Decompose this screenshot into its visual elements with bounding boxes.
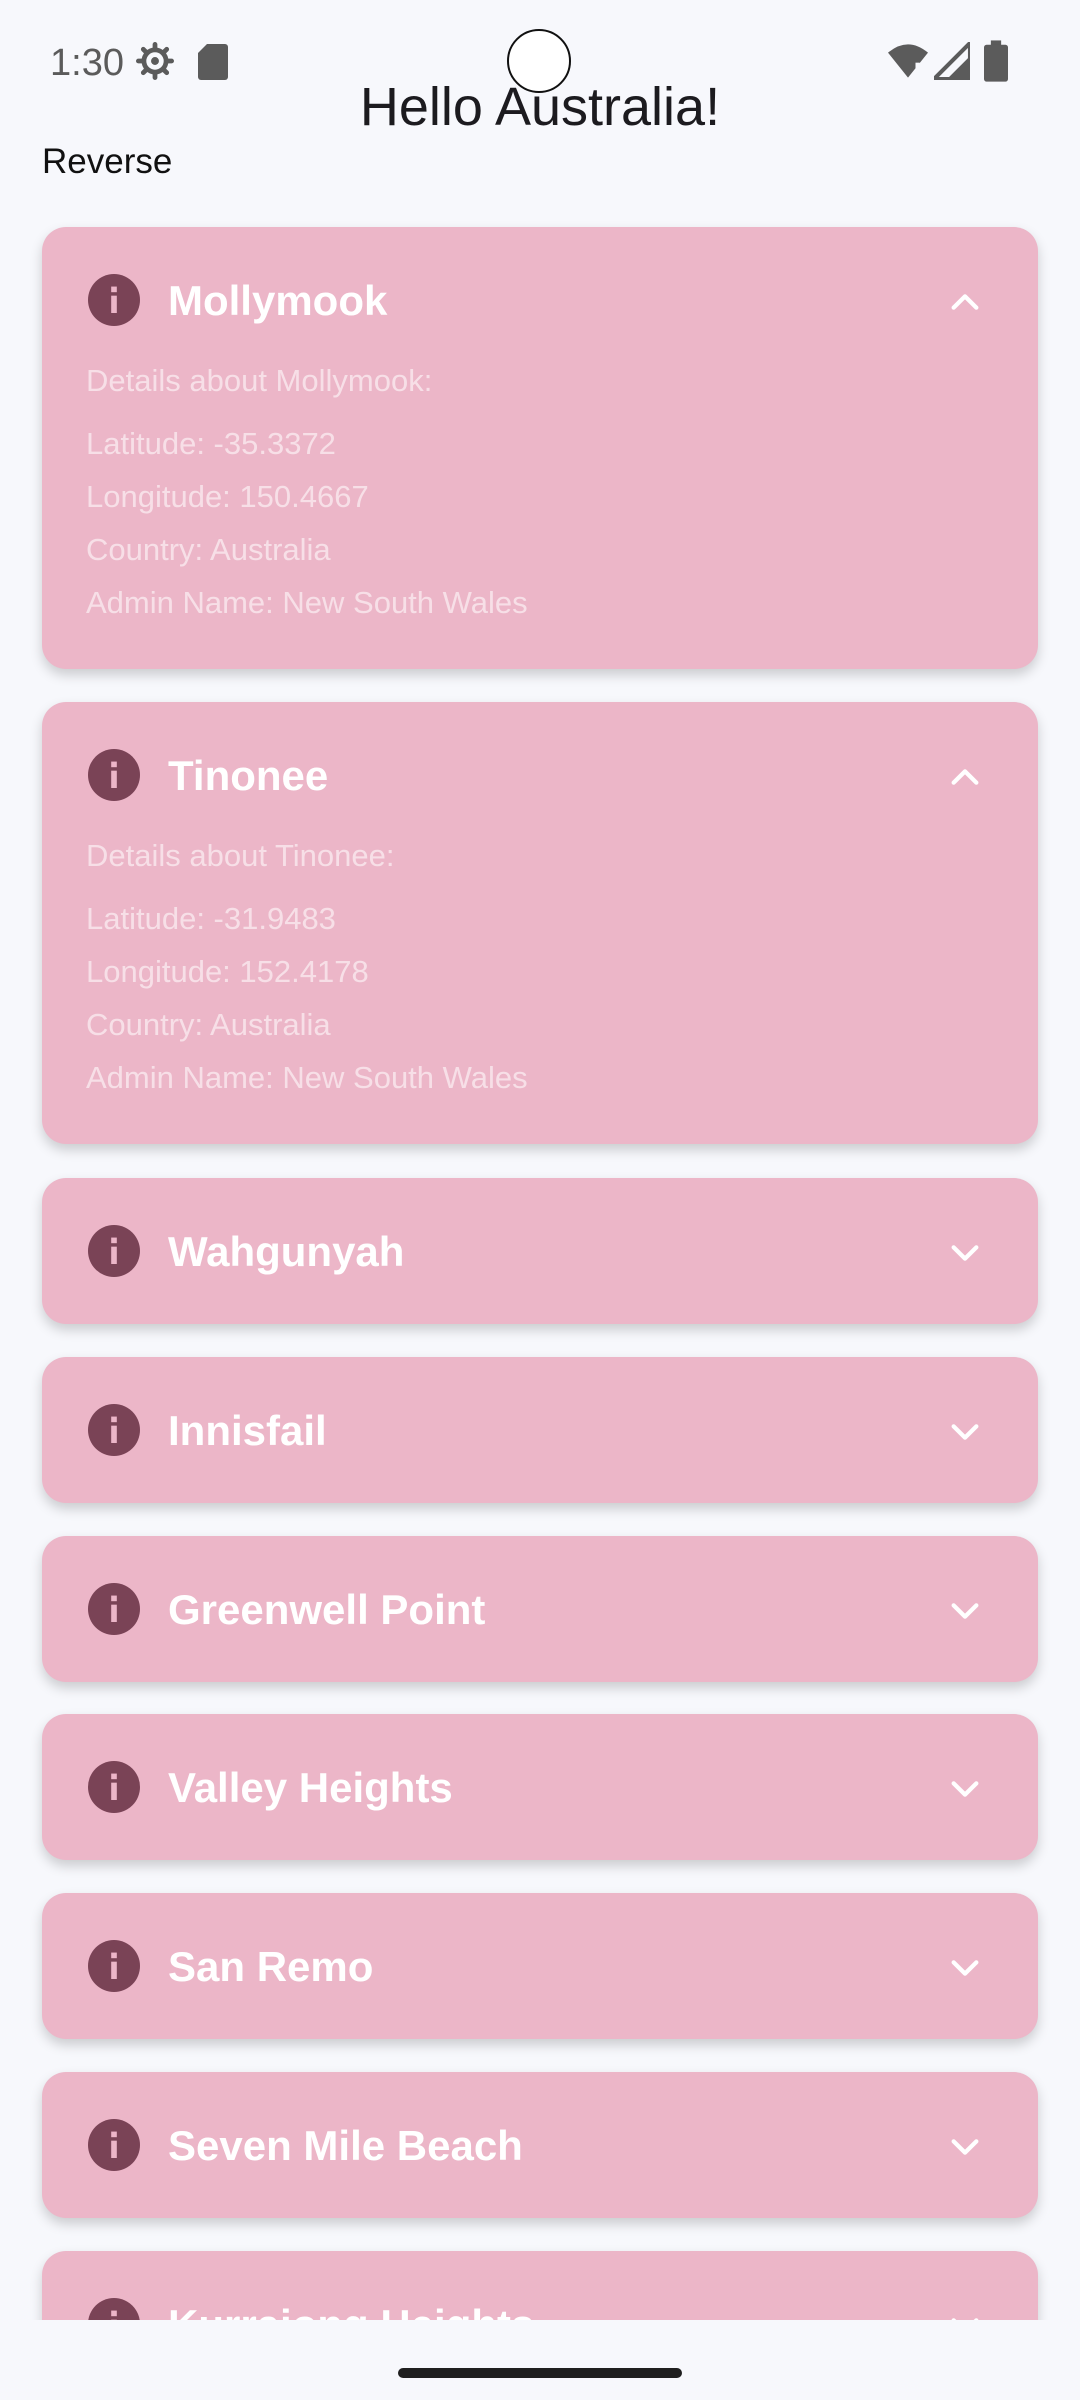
navigation-bar: [0, 2320, 1080, 2400]
city-card-header[interactable]: Valley Heights: [42, 1714, 1038, 1860]
chevron-down-icon[interactable]: [948, 2130, 982, 2164]
city-name: Tinonee: [168, 752, 329, 799]
city-card-header[interactable]: Seven Mile Beach: [42, 2072, 1038, 2218]
cellular-icon: [934, 42, 970, 80]
city-name: Innisfail: [168, 1407, 327, 1454]
city-card-mollymook[interactable]: Mollymook Details about Mollymook: Latit…: [42, 227, 1038, 669]
country-text: Country: Australia: [86, 1007, 331, 1042]
city-name: Seven Mile Beach: [168, 2122, 523, 2169]
city-card-kurrajong-heights[interactable]: Kurrajong Heights: [42, 2251, 1038, 2320]
city-card-header[interactable]: Wahgunyah: [42, 1178, 1038, 1324]
camera-cutout: [507, 29, 571, 93]
battery-icon: [984, 40, 1008, 82]
city-card-valley-heights[interactable]: Valley Heights: [42, 1714, 1038, 1860]
info-icon: [88, 2298, 140, 2320]
screen: Mollymook Details about Mollymook: Latit…: [0, 0, 1080, 2400]
info-icon: [88, 1404, 140, 1456]
city-name: Wahgunyah: [168, 1228, 405, 1275]
city-card-san-remo[interactable]: San Remo: [42, 1893, 1038, 2039]
city-card-tinonee[interactable]: Tinonee Details about Tinonee: Latitude:…: [42, 702, 1038, 1144]
chevron-down-icon[interactable]: [948, 2309, 982, 2320]
info-icon: [88, 274, 140, 326]
city-card-greenwell-point[interactable]: Greenwell Point: [42, 1536, 1038, 1682]
admin-name-text: Admin Name: New South Wales: [86, 1060, 528, 1095]
chevron-up-icon[interactable]: [948, 285, 982, 319]
chevron-down-icon[interactable]: [948, 1594, 982, 1628]
city-card-header[interactable]: Greenwell Point: [42, 1536, 1038, 1682]
city-card-wahgunyah[interactable]: Wahgunyah: [42, 1178, 1038, 1324]
city-card-header[interactable]: San Remo: [42, 1893, 1038, 2039]
city-card-seven-mile-beach[interactable]: Seven Mile Beach: [42, 2072, 1038, 2218]
details-heading: Details about Mollymook:: [86, 363, 433, 398]
longitude-text: Longitude: 152.4178: [86, 954, 369, 989]
city-name: San Remo: [168, 1943, 374, 1990]
city-name: Greenwell Point: [168, 1586, 486, 1633]
reverse-button[interactable]: Reverse: [42, 142, 172, 182]
city-name: Valley Heights: [168, 1764, 453, 1811]
info-icon: [88, 1940, 140, 1992]
admin-name-text: Admin Name: New South Wales: [86, 585, 528, 620]
city-name: Kurrajong Heights: [168, 2299, 534, 2320]
country-text: Country: Australia: [86, 532, 331, 567]
city-card-innisfail[interactable]: Innisfail: [42, 1357, 1038, 1503]
longitude-text: Longitude: 150.4667: [86, 479, 369, 514]
settings-icon: [136, 42, 174, 80]
sd-card-icon: [198, 44, 228, 80]
latitude-text: Latitude: -35.3372: [86, 426, 336, 461]
city-list[interactable]: Mollymook Details about Mollymook: Latit…: [0, 0, 1080, 2320]
status-time: 1:30: [50, 42, 124, 84]
city-card-header[interactable]: Mollymook: [42, 227, 1038, 373]
latitude-text: Latitude: -31.9483: [86, 901, 336, 936]
info-icon: [88, 749, 140, 801]
wifi-icon: [888, 44, 928, 79]
details-heading: Details about Tinonee:: [86, 838, 395, 873]
city-card-header[interactable]: Innisfail: [42, 1357, 1038, 1503]
chevron-down-icon[interactable]: [948, 1236, 982, 1270]
city-card-header[interactable]: Tinonee: [42, 702, 1038, 848]
info-icon: [88, 1225, 140, 1277]
info-icon: [88, 1761, 140, 1813]
city-card-header[interactable]: Kurrajong Heights: [42, 2251, 1038, 2320]
chevron-down-icon[interactable]: [948, 1772, 982, 1806]
city-name: Mollymook: [168, 277, 388, 324]
chevron-down-icon[interactable]: [948, 1415, 982, 1449]
home-gesture-handle[interactable]: [398, 2368, 682, 2378]
chevron-up-icon[interactable]: [948, 760, 982, 794]
info-icon: [88, 2119, 140, 2171]
info-icon: [88, 1583, 140, 1635]
status-bar: 1:30: [0, 0, 1080, 130]
chevron-down-icon[interactable]: [948, 1951, 982, 1985]
